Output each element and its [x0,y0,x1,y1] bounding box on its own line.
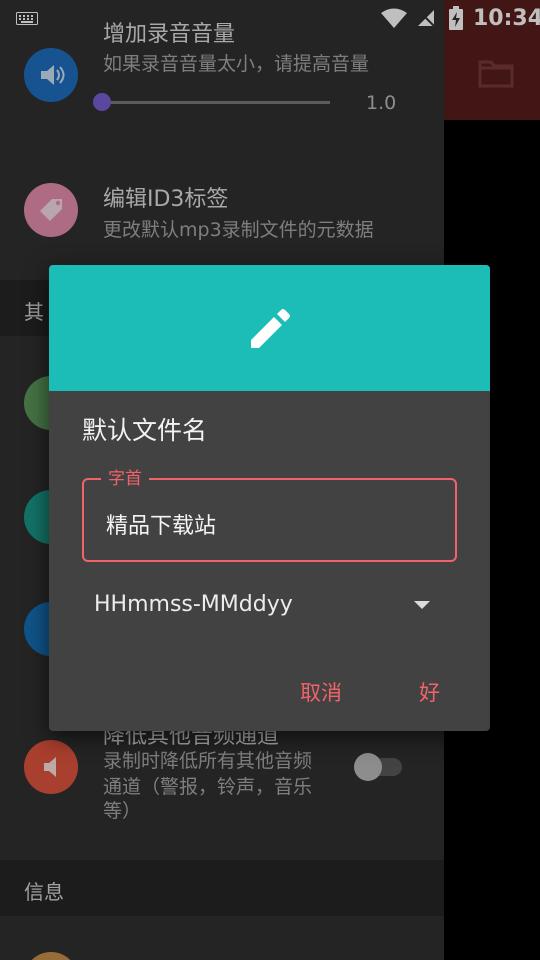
dropdown-arrow-icon [414,601,430,609]
format-select-value: HHmmss-MMddyy [94,592,293,617]
cancel-button[interactable]: 取消 [300,677,342,707]
prefix-field-label: 字首 [101,468,149,490]
default-filename-dialog: 默认文件名 字首 精品下载站 HHmmss-MMddyy 取消 好 [49,265,490,731]
format-select[interactable]: HHmmss-MMddyy [94,590,434,622]
dialog-header [49,265,490,391]
pencil-icon [251,309,290,348]
dialog-title: 默认文件名 [82,416,208,445]
ok-button[interactable]: 好 [419,677,440,707]
prefix-input[interactable]: 精品下载站 [106,508,216,540]
prefix-field[interactable]: 字首 精品下载站 [82,468,457,562]
